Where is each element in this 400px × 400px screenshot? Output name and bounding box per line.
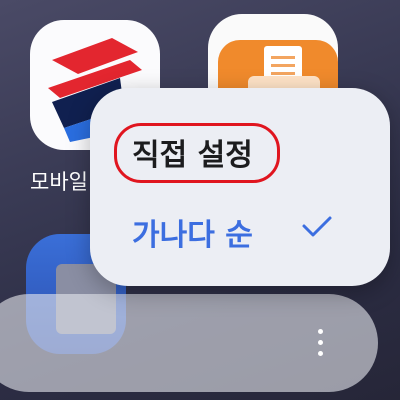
sort-popup-menu: 직접 설정 가나다 순 xyxy=(90,88,390,286)
app-label-mobile: 모바일 xyxy=(30,170,88,194)
more-vertical-icon-dot xyxy=(317,339,323,345)
menu-item-custom-sort[interactable]: 직접 설정 xyxy=(90,102,390,188)
more-options-button[interactable] xyxy=(302,320,338,364)
more-vertical-icon-dot xyxy=(317,350,323,356)
menu-item-label: 직접 설정 xyxy=(132,138,253,173)
menu-item-alphabetical-sort[interactable]: 가나다 순 xyxy=(90,188,390,274)
more-vertical-icon-dot xyxy=(317,328,323,334)
check-icon xyxy=(302,216,332,237)
menu-item-label: 가나다 순 xyxy=(132,218,253,253)
